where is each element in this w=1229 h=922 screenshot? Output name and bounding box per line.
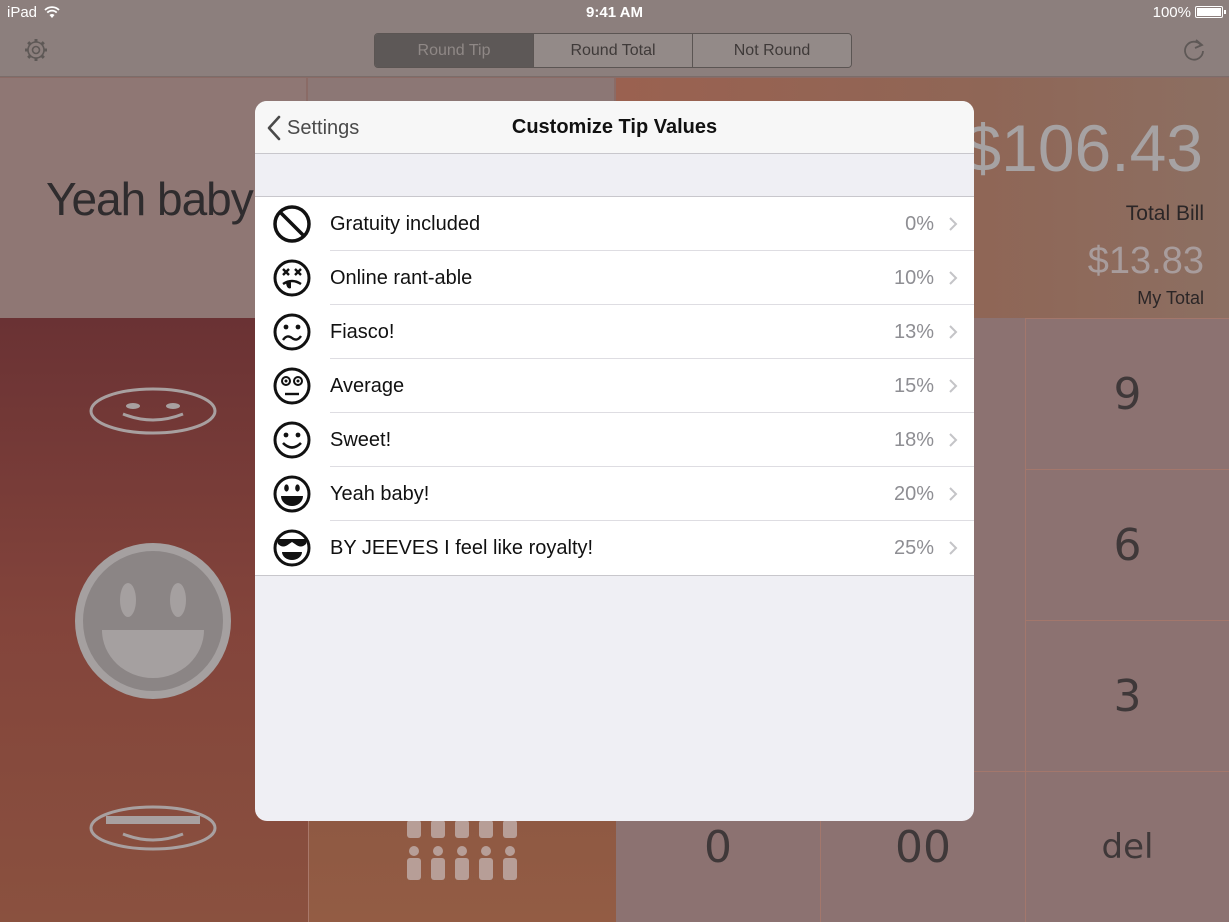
mood-label: Yeah baby!	[46, 173, 266, 225]
row-label: Yeah baby!	[330, 467, 974, 521]
sunglasses-face-icon[interactable]	[88, 804, 218, 852]
row-value: 15%	[893, 375, 934, 397]
chevron-right-icon	[949, 379, 958, 393]
list-item[interactable]: Online rant-able 10%	[255, 251, 974, 305]
row-value: 13%	[893, 321, 934, 343]
chevron-right-icon	[949, 217, 958, 231]
sunglasses-face-icon	[273, 529, 310, 567]
smile-face-icon	[273, 421, 310, 459]
row-value: 10%	[893, 267, 934, 289]
row-label: Sweet!	[330, 413, 974, 467]
modal-header: Settings Customize Tip Values	[255, 101, 974, 154]
key-9[interactable]: 9	[1025, 318, 1229, 469]
battery-percent: 100%	[1152, 4, 1191, 21]
row-value: 18%	[893, 429, 934, 451]
list-item[interactable]: Average 15%	[255, 359, 974, 413]
rounding-segmented-control: Round Tip Round Total Not Round	[374, 33, 852, 68]
top-toolbar: Round Tip Round Total Not Round	[0, 24, 1229, 77]
row-value: 0%	[905, 213, 934, 235]
chevron-right-icon	[949, 541, 958, 555]
row-label: BY JEEVES I feel like royalty!	[330, 537, 594, 559]
row-label: Fiasco!	[330, 305, 974, 359]
list-item[interactable]: BY JEEVES I feel like royalty! 25%	[255, 521, 974, 575]
segment-not-round[interactable]: Not Round	[692, 34, 851, 67]
no-sign-icon	[272, 205, 311, 243]
dizzy-face-icon	[273, 259, 310, 297]
status-bar: iPad 9:41 AM 100%	[0, 0, 1229, 24]
row-label: Average	[330, 359, 974, 413]
chevron-right-icon	[949, 325, 958, 339]
row-label: Gratuity included	[330, 197, 974, 251]
total-bill-amount: $106.43	[964, 111, 1203, 185]
key-del[interactable]: del	[1025, 771, 1229, 922]
wavy-mouth-face-icon	[273, 313, 310, 351]
list-item[interactable]: Yeah baby! 20%	[255, 467, 974, 521]
smile-face-icon[interactable]	[88, 386, 218, 436]
gear-icon[interactable]	[23, 37, 49, 63]
tip-values-list: Gratuity included 0% Online rant-able 10…	[255, 196, 974, 576]
chevron-right-icon	[949, 271, 958, 285]
list-item[interactable]: Gratuity included 0%	[255, 197, 974, 251]
total-bill-label: Total Bill	[1125, 202, 1204, 225]
key-3[interactable]: 3	[1025, 620, 1229, 771]
neutral-face-icon	[273, 367, 310, 405]
row-value: 25%	[893, 537, 934, 559]
list-item[interactable]: Fiasco! 13%	[255, 305, 974, 359]
my-total-amount: $13.83	[1087, 240, 1204, 282]
battery-icon	[1195, 6, 1226, 18]
my-total-label: My Total	[1137, 288, 1204, 308]
segment-round-total[interactable]: Round Total	[533, 34, 692, 67]
refresh-icon[interactable]	[1181, 37, 1207, 63]
row-value: 20%	[893, 483, 934, 505]
customize-tip-values-modal: Settings Customize Tip Values Gratuity i…	[255, 101, 974, 821]
list-item[interactable]: Sweet! 18%	[255, 413, 974, 467]
grin-face-icon[interactable]	[74, 542, 232, 700]
chevron-right-icon	[949, 487, 958, 501]
row-label: Online rant-able	[330, 251, 974, 305]
grin-face-icon	[273, 475, 310, 513]
key-6[interactable]: 6	[1025, 469, 1229, 620]
chevron-right-icon	[949, 433, 958, 447]
clock: 9:41 AM	[586, 4, 643, 21]
people-icon	[407, 820, 517, 880]
segment-round-tip[interactable]: Round Tip	[375, 34, 533, 67]
modal-title: Customize Tip Values	[511, 116, 718, 138]
